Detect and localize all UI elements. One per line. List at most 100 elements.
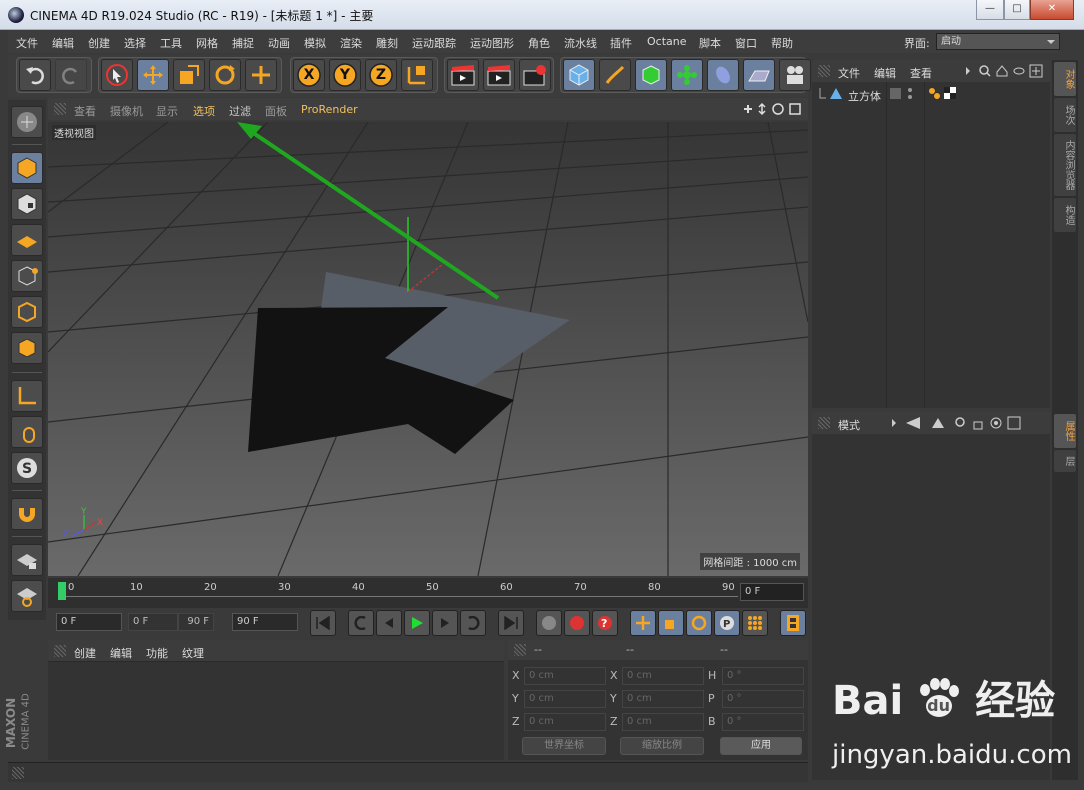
object-toolbar-icons[interactable] xyxy=(964,64,1048,78)
attr-menu-mode[interactable]: 模式 xyxy=(838,417,860,433)
apply-button[interactable]: 应用 xyxy=(720,737,802,755)
tab-layers[interactable]: 层 xyxy=(1054,450,1076,472)
next-keyframe-button[interactable] xyxy=(460,610,486,636)
rotate-tool-button[interactable] xyxy=(209,59,241,91)
menu-octane[interactable]: Octane xyxy=(647,35,687,48)
size-y-field[interactable]: 0 cm xyxy=(622,690,704,708)
current-frame-field[interactable]: 0 F xyxy=(740,583,804,601)
x-axis-toggle[interactable]: X xyxy=(293,59,325,91)
texture-mode-button[interactable] xyxy=(11,188,43,220)
move-tool-button[interactable] xyxy=(137,59,169,91)
menu-tools[interactable]: 工具 xyxy=(160,35,182,51)
size-x-field[interactable]: 0 cm xyxy=(622,667,704,685)
menu-plugins[interactable]: 插件 xyxy=(610,35,632,51)
object-row[interactable]: 立方体 xyxy=(812,84,1050,104)
deformer-button[interactable] xyxy=(707,59,739,91)
key-position-button[interactable] xyxy=(630,610,656,636)
menu-snap[interactable]: 捕捉 xyxy=(232,35,254,51)
rot-p-field[interactable]: 0 ° xyxy=(722,690,804,708)
redo-button[interactable] xyxy=(55,59,87,91)
model-mode-button[interactable] xyxy=(11,152,43,184)
points-mode-button[interactable] xyxy=(11,260,43,292)
object-grip[interactable] xyxy=(818,65,830,77)
maximize-button[interactable]: □ xyxy=(1004,0,1030,20)
camera-object-button[interactable] xyxy=(779,59,811,91)
tab-structure[interactable]: 构造 xyxy=(1054,198,1076,232)
object-name[interactable]: 立方体 xyxy=(848,88,881,104)
last-tool-button[interactable] xyxy=(245,59,277,91)
play-button[interactable] xyxy=(404,610,430,636)
menu-animate[interactable]: 动画 xyxy=(268,35,290,51)
prev-keyframe-button[interactable] xyxy=(348,610,374,636)
scale-mode-dropdown[interactable]: 缩放比例 xyxy=(620,737,704,755)
vp-menu-panel[interactable]: 面板 xyxy=(265,103,287,119)
y-axis-toggle[interactable]: Y xyxy=(329,59,361,91)
viewport-grip[interactable] xyxy=(54,103,66,115)
snap-button[interactable]: S xyxy=(11,452,43,484)
menu-mesh[interactable]: 网格 xyxy=(196,35,218,51)
close-button[interactable]: ✕ xyxy=(1030,0,1074,20)
mat-menu-function[interactable]: 功能 xyxy=(146,645,168,661)
range-end-field[interactable]: 90 F xyxy=(178,613,214,631)
workplane-mode-button[interactable] xyxy=(11,224,43,256)
z-axis-toggle[interactable]: Z xyxy=(365,59,397,91)
tab-objects[interactable]: 对象 xyxy=(1054,62,1076,96)
vp-menu-prorender[interactable]: ProRender xyxy=(301,103,358,116)
material-grip[interactable] xyxy=(54,645,66,657)
vp-menu-cameras[interactable]: 摄像机 xyxy=(110,103,143,119)
pen-spline-button[interactable] xyxy=(599,59,631,91)
tab-attributes[interactable]: 属性 xyxy=(1054,414,1076,448)
x-axis-handle[interactable] xyxy=(407,263,444,293)
menu-edit[interactable]: 编辑 xyxy=(52,35,74,51)
tag-icons[interactable] xyxy=(928,87,958,101)
menu-file[interactable]: 文件 xyxy=(16,35,38,51)
vp-menu-view[interactable]: 查看 xyxy=(74,103,96,119)
status-grip[interactable] xyxy=(12,767,24,779)
render-picture-viewer-button[interactable] xyxy=(483,59,515,91)
menu-render[interactable]: 渲染 xyxy=(340,35,362,51)
layout-select[interactable]: 启动 xyxy=(936,33,1060,50)
make-editable-button[interactable] xyxy=(11,106,43,138)
end-frame-field[interactable]: 90 F xyxy=(232,613,298,631)
start-frame-field[interactable]: 0 F xyxy=(56,613,122,631)
minimize-button[interactable]: — xyxy=(976,0,1004,20)
rot-h-field[interactable]: 0 ° xyxy=(722,667,804,685)
live-selection-button[interactable] xyxy=(101,59,133,91)
mat-menu-create[interactable]: 创建 xyxy=(74,645,96,661)
rot-b-field[interactable]: 0 ° xyxy=(722,713,804,731)
timeline-window-button[interactable] xyxy=(780,610,806,636)
tab-content-browser[interactable]: 内容浏览器 xyxy=(1054,134,1076,196)
pos-x-field[interactable]: 0 cm xyxy=(524,667,606,685)
menu-script[interactable]: 脚本 xyxy=(699,35,721,51)
render-view-button[interactable] xyxy=(447,59,479,91)
menu-simulate[interactable]: 模拟 xyxy=(304,35,326,51)
obj-menu-edit[interactable]: 编辑 xyxy=(874,65,896,81)
key-scale-button[interactable] xyxy=(658,610,684,636)
key-rotation-button[interactable] xyxy=(686,610,712,636)
menu-help[interactable]: 帮助 xyxy=(771,35,793,51)
record-keys-button[interactable] xyxy=(536,610,562,636)
menu-window[interactable]: 窗口 xyxy=(735,35,757,51)
menu-motion-tracking[interactable]: 运动跟踪 xyxy=(412,35,456,51)
attribute-grip[interactable] xyxy=(818,417,830,429)
goto-start-button[interactable] xyxy=(310,610,336,636)
world-coords-dropdown[interactable]: 世界坐标 xyxy=(522,737,606,755)
tab-takes[interactable]: 场次 xyxy=(1054,98,1076,132)
menu-create[interactable]: 创建 xyxy=(88,35,110,51)
undo-button[interactable] xyxy=(19,59,51,91)
key-pla-button[interactable] xyxy=(742,610,768,636)
workplane-lock-button[interactable] xyxy=(11,544,43,576)
menu-select[interactable]: 选择 xyxy=(124,35,146,51)
menu-mograph[interactable]: 运动图形 xyxy=(470,35,514,51)
vp-menu-display[interactable]: 显示 xyxy=(156,103,178,119)
auto-key-button[interactable] xyxy=(564,610,590,636)
scale-tool-button[interactable] xyxy=(173,59,205,91)
floor-object-button[interactable] xyxy=(743,59,775,91)
mat-menu-texture[interactable]: 纹理 xyxy=(182,645,204,661)
menu-pipeline[interactable]: 流水线 xyxy=(564,35,597,51)
keyframe-selection-button[interactable]: ? xyxy=(592,610,618,636)
obj-menu-view[interactable]: 查看 xyxy=(910,65,932,81)
menu-sculpt[interactable]: 雕刻 xyxy=(376,35,398,51)
timeline[interactable]: 0 10 20 30 40 50 60 70 80 90 0 F xyxy=(48,578,808,608)
array-object-button[interactable] xyxy=(671,59,703,91)
